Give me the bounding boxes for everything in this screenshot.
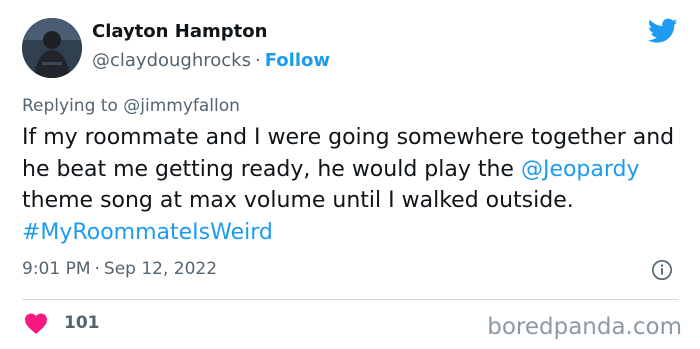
tweet-text-part2: theme song at max volume until I walked …	[22, 188, 574, 213]
tweet-date: Sep 12, 2022	[103, 259, 218, 279]
reply-prefix: Replying to	[22, 96, 118, 116]
info-icon[interactable]	[651, 259, 673, 281]
like-count: 101	[64, 313, 100, 333]
watermark: boredpanda.com	[487, 314, 682, 340]
tweet-body: If my roommate and I were going somewher…	[22, 122, 682, 248]
tweet-card: Clayton Hampton @claydoughrocks · Follow R…	[0, 0, 700, 349]
tweet-hashtag-link[interactable]: #MyRoommateIsWeird	[22, 220, 273, 245]
reply-mention-link[interactable]: @jimmyfallon	[123, 96, 240, 116]
separator-dot: ·	[254, 50, 261, 71]
reply-context: Replying to @jimmyfallon	[22, 96, 240, 116]
follow-button[interactable]: Follow	[265, 50, 330, 71]
tweet-mention-link[interactable]: @Jeopardy	[521, 157, 640, 182]
divider	[22, 299, 678, 300]
heart-icon[interactable]	[24, 312, 48, 334]
avatar[interactable]	[22, 18, 82, 78]
tweet-timestamp[interactable]: 9:01 PM · Sep 12, 2022	[22, 259, 217, 279]
author-handle[interactable]: @claydoughrocks	[92, 50, 251, 71]
author-handle-line: @claydoughrocks · Follow	[92, 50, 330, 71]
author-name[interactable]: Clayton Hampton	[92, 21, 267, 42]
avatar-image	[22, 18, 82, 78]
separator-dot: ·	[94, 259, 100, 279]
like-action[interactable]: 101	[24, 312, 100, 334]
tweet-time: 9:01 PM	[22, 259, 91, 279]
twitter-bird-icon[interactable]	[648, 18, 678, 44]
